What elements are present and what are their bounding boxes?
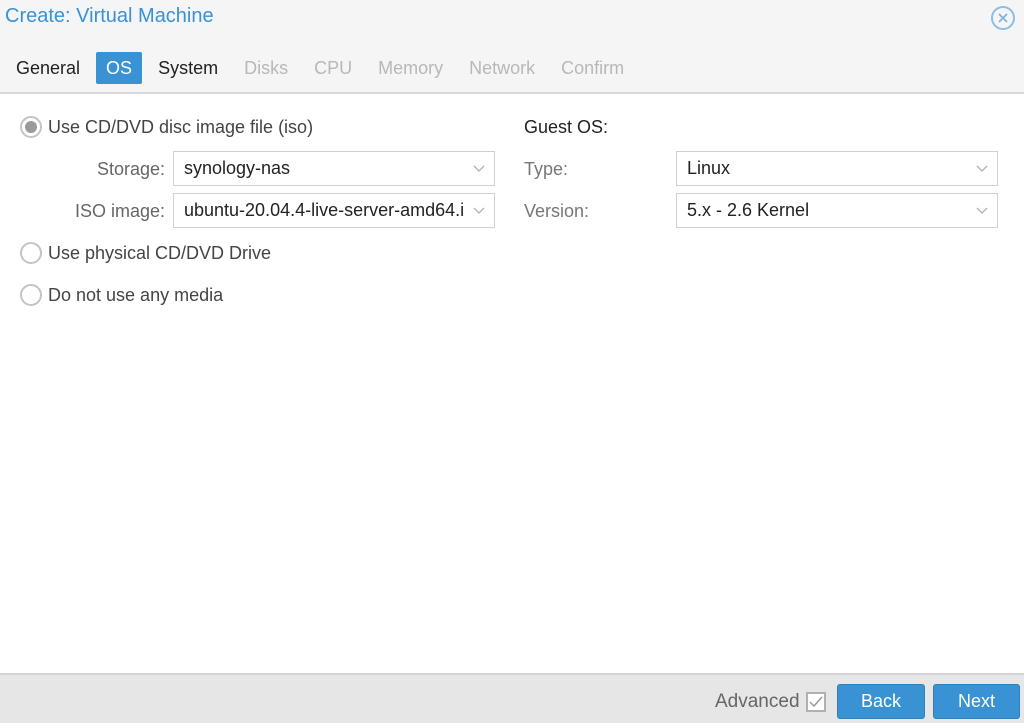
advanced-label: Advanced: [715, 691, 800, 712]
radio-no-media[interactable]: Do not use any media: [20, 284, 223, 306]
storage-value: synology-nas: [184, 158, 291, 178]
advanced-checkbox[interactable]: [805, 692, 826, 712]
tab-cpu: CPU: [314, 58, 353, 78]
radio-physical-drive-label: Use physical CD/DVD Drive: [48, 242, 272, 263]
wizard-footer: Advanced Back Next: [0, 673, 1024, 723]
tab-memory: Memory: [378, 58, 444, 78]
chevron-down-icon[interactable]: [967, 152, 997, 185]
radio-use-iso-label: Use CD/DVD disc image file (iso): [48, 116, 314, 137]
next-button[interactable]: Next: [933, 684, 1020, 719]
tab-general[interactable]: General: [6, 52, 90, 84]
window-header: Create: Virtual Machine General OS Syste…: [0, 0, 1024, 94]
radio-no-media-label: Do not use any media: [48, 284, 224, 305]
wizard-tabs: General OS System Disks CPU Memory Netwo…: [6, 52, 640, 84]
chevron-down-icon[interactable]: [967, 194, 997, 227]
guest-os-title: Guest OS:: [524, 117, 609, 137]
iso-image-label: ISO image:: [74, 201, 165, 221]
storage-select[interactable]: synology-nas: [173, 151, 495, 186]
advanced-toggle[interactable]: Advanced: [715, 691, 826, 713]
tab-os[interactable]: OS: [96, 52, 143, 84]
os-version-value: 5.x - 2.6 Kernel: [687, 200, 810, 220]
checkmark-icon: [808, 696, 823, 708]
version-label: Version:: [524, 201, 590, 221]
tab-confirm: Confirm: [561, 58, 625, 78]
close-icon: [998, 13, 1008, 23]
radio-unchecked-icon: [20, 284, 42, 306]
os-panel: Use CD/DVD disc image file (iso) Storage…: [0, 96, 1024, 673]
radio-use-iso[interactable]: Use CD/DVD disc image file (iso): [20, 116, 313, 138]
chevron-down-icon[interactable]: [464, 194, 494, 227]
close-button[interactable]: [991, 6, 1015, 30]
tab-network: Network: [469, 58, 536, 78]
os-type-value: Linux: [687, 158, 731, 178]
radio-unchecked-icon: [20, 242, 42, 264]
iso-image-select[interactable]: ubuntu-20.04.4-live-server-amd64.iso: [173, 193, 495, 228]
tab-system[interactable]: System: [148, 52, 228, 84]
radio-physical-drive[interactable]: Use physical CD/DVD Drive: [20, 242, 271, 264]
chevron-down-icon[interactable]: [464, 152, 494, 185]
storage-label: Storage:: [96, 159, 165, 179]
iso-image-value: ubuntu-20.04.4-live-server-amd64.iso: [184, 200, 464, 220]
tab-disks: Disks: [244, 58, 289, 78]
os-type-select[interactable]: Linux: [676, 151, 998, 186]
back-button[interactable]: Back: [837, 684, 925, 719]
window-title: Create: Virtual Machine: [5, 5, 214, 27]
type-label: Type:: [524, 159, 569, 179]
os-version-select[interactable]: 5.x - 2.6 Kernel: [676, 193, 998, 228]
radio-checked-icon: [20, 116, 42, 138]
